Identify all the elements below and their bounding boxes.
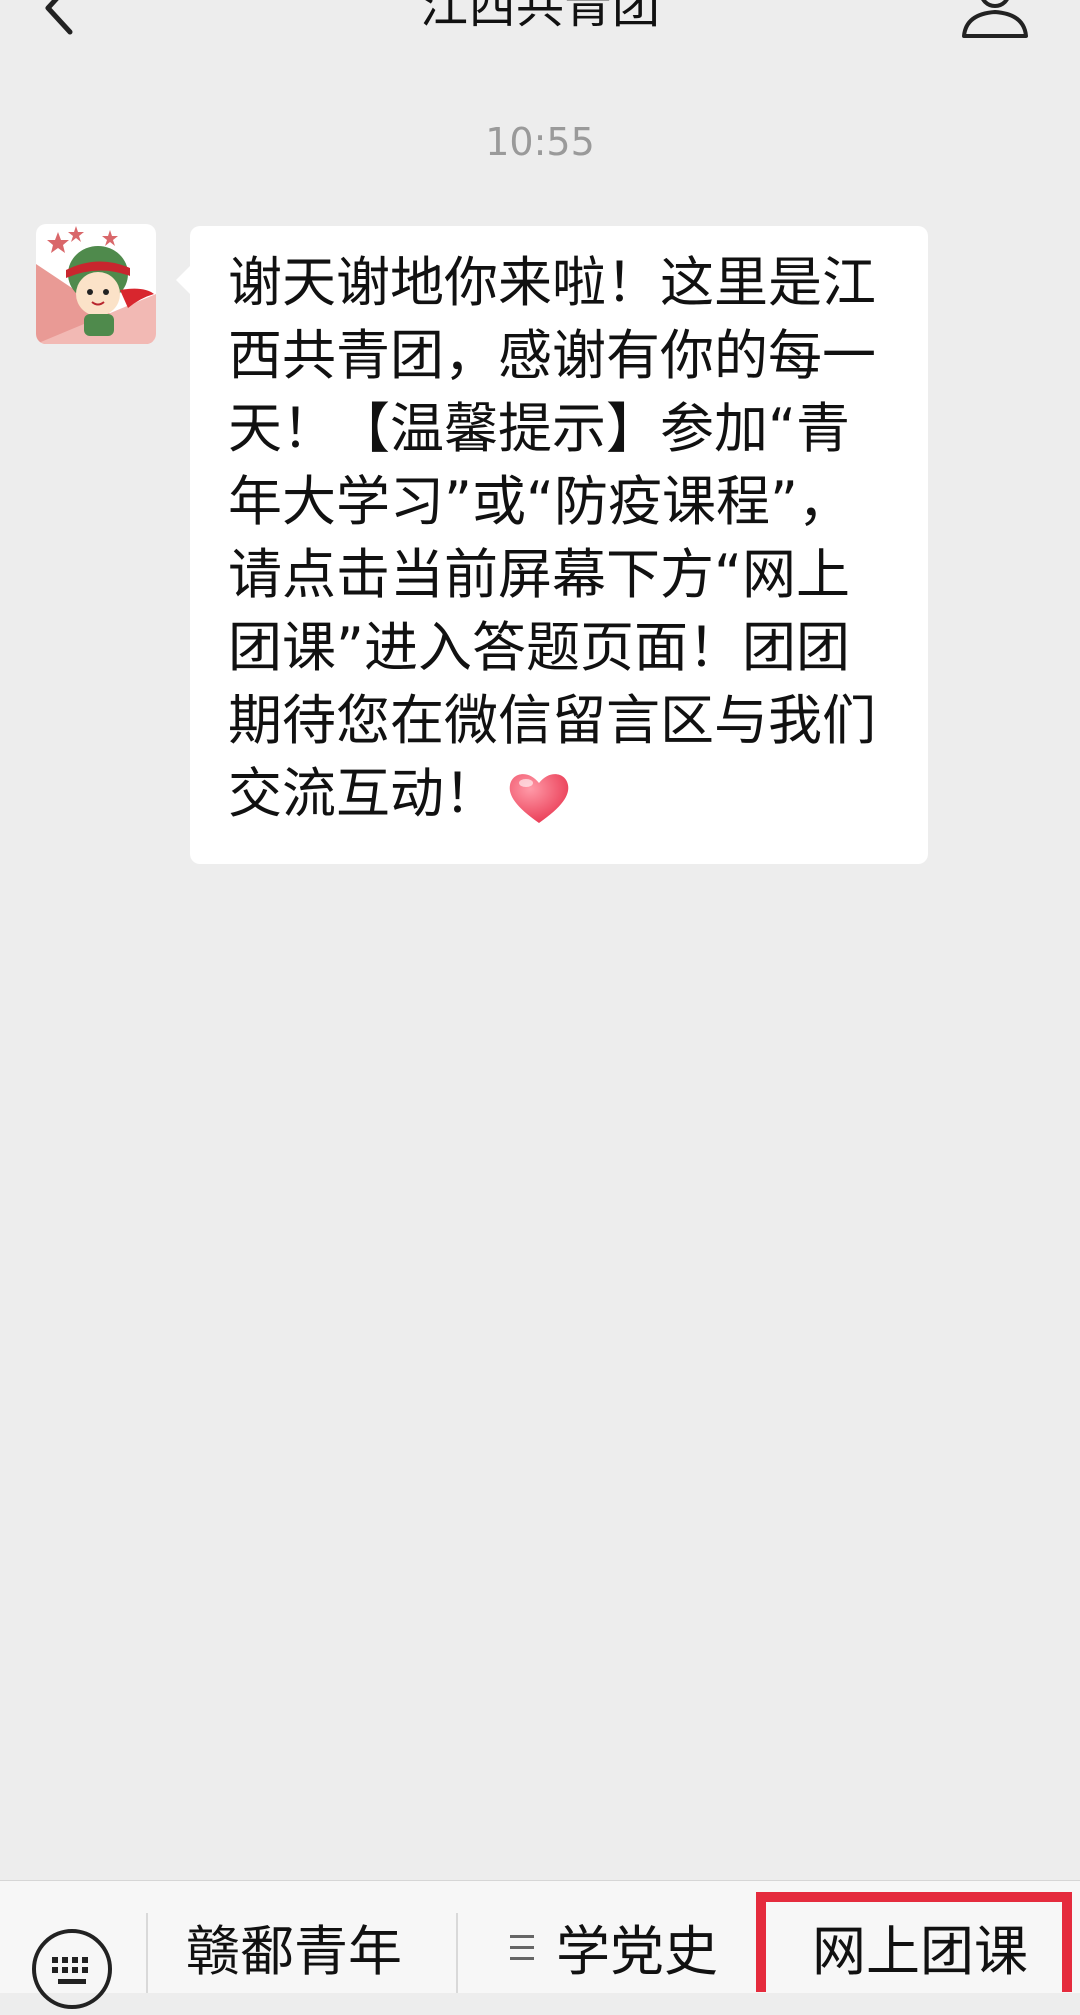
menu-item-ganpo-youth[interactable]: 赣鄱青年 <box>186 1911 402 1993</box>
chat-header: 江西共青团 <box>0 0 1080 40</box>
chat-title: 江西共青团 <box>419 0 660 34</box>
message-text: 谢天谢地你来啦！这里是江西共青团，感谢有你的每一天！【温馨提示】参加“青年大学习… <box>228 251 876 825</box>
menu-divider <box>456 1913 458 1993</box>
profile-button[interactable] <box>960 0 1030 40</box>
menu-item-party-history[interactable]: 学党史 <box>556 1911 718 1993</box>
person-icon <box>962 0 1028 38</box>
menu-divider <box>146 1913 148 1993</box>
mascot-avatar <box>36 224 156 344</box>
heart-emoji-icon <box>509 774 569 824</box>
message-timestamp: 10:55 <box>485 120 595 164</box>
list-icon <box>510 1933 534 1963</box>
message-bubble[interactable]: 谢天谢地你来啦！这里是江西共青团，感谢有你的每一天！【温馨提示】参加“青年大学习… <box>176 226 928 864</box>
keyboard-icon <box>32 1929 112 2009</box>
keyboard-toggle-button[interactable] <box>30 1927 114 2011</box>
menu-highlight-box <box>756 1892 1072 1992</box>
message-text-block: 谢天谢地你来啦！这里是江西共青团，感谢有你的每一天！【温馨提示】参加“青年大学习… <box>228 246 898 830</box>
sender-avatar[interactable] <box>36 224 156 344</box>
